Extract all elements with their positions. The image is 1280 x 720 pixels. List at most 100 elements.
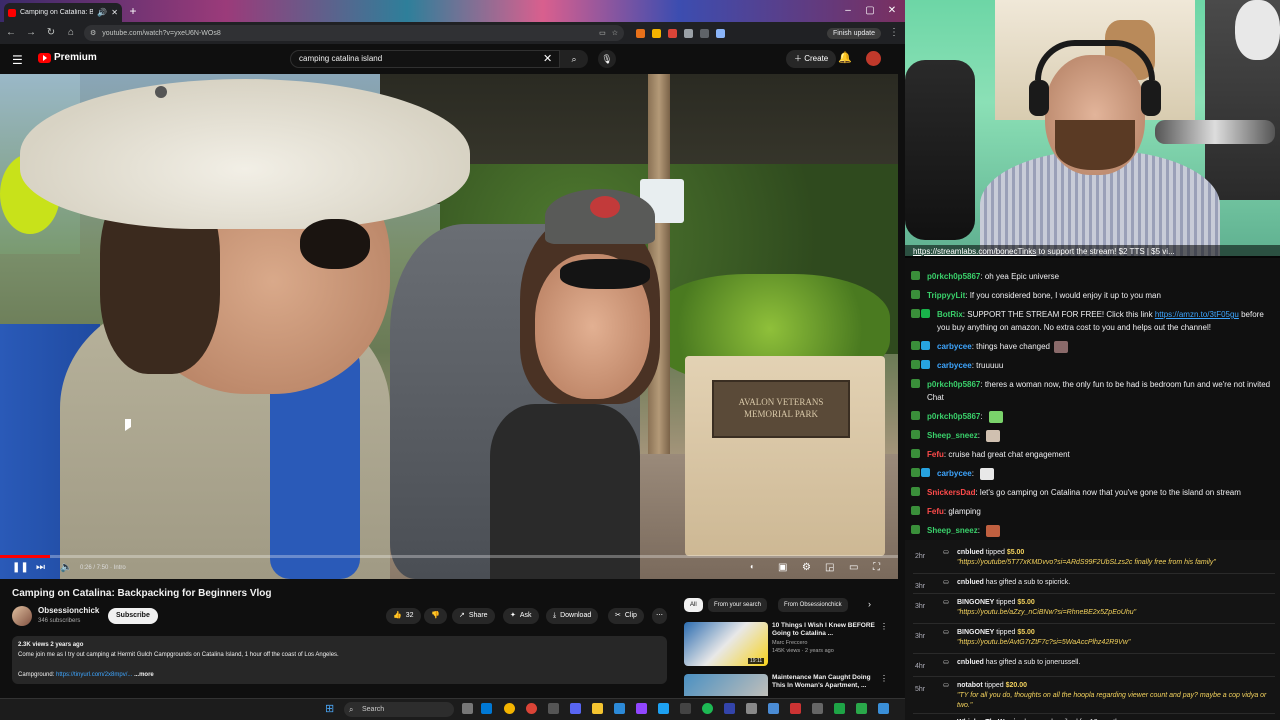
video-player[interactable]: AVALON VETERANS MEMORIAL PARK <box>0 74 898 579</box>
chat-username[interactable]: Fefu <box>927 507 944 516</box>
channel-avatar[interactable] <box>12 606 32 626</box>
app-icon[interactable] <box>790 703 801 714</box>
install-icon[interactable]: ▭ <box>599 29 606 37</box>
chat-username[interactable]: Fefu <box>927 450 944 459</box>
activity-user[interactable]: BINGONEY <box>957 629 994 636</box>
browser-tab-active[interactable]: Camping on Catalina: Back 🔊 ✕ <box>4 3 122 22</box>
chat-username[interactable]: BotRix <box>937 310 963 319</box>
settings-gear-icon[interactable]: ⚙ <box>802 562 811 573</box>
app-icon[interactable] <box>680 703 691 714</box>
captions-icon[interactable]: ▣ <box>778 562 787 573</box>
related-video[interactable]: Maintenance Man Caught Doing This In Wom… <box>684 674 894 696</box>
chat-link[interactable]: https://amzn.to/3tF05gu <box>1155 310 1239 319</box>
finish-update-button[interactable]: Finish update <box>826 27 881 39</box>
chip-from-channel[interactable]: From Obsessionchick <box>778 598 848 612</box>
theater-mode-icon[interactable]: ▭ <box>849 562 858 573</box>
app-icon[interactable] <box>526 703 537 714</box>
related-video[interactable]: 19:11 10 Things I Wish I Knew BEFORE Goi… <box>684 622 894 668</box>
taskbar-search[interactable]: ⌕ Search <box>344 702 454 717</box>
description-box[interactable]: 2.3K views 2 years ago Come join me as I… <box>12 636 667 684</box>
next-icon[interactable]: ⏭ <box>36 562 45 573</box>
app-icon[interactable] <box>856 703 867 714</box>
chips-next-icon[interactable]: › <box>868 599 871 609</box>
file-explorer-icon[interactable] <box>592 703 603 714</box>
create-button[interactable]: ＋ Create <box>786 50 837 68</box>
profile-icon[interactable] <box>716 28 725 38</box>
discord-icon[interactable] <box>570 703 581 714</box>
url-field[interactable]: ⚙ youtube.com/watch?v=yxeU6N-WOs8 ▭ ☆ <box>84 25 624 41</box>
chat-username[interactable]: carbycee <box>937 361 972 370</box>
activity-user[interactable]: cnblued <box>957 549 984 556</box>
kebab-menu-icon[interactable]: ⋮ <box>887 26 901 40</box>
search-input[interactable]: camping catalina island <box>290 50 560 68</box>
activity-user[interactable]: BINGONEY <box>957 599 994 606</box>
chat-username[interactable]: carbycee <box>937 342 972 351</box>
chat-username[interactable]: p0rkch0p5867 <box>927 412 980 421</box>
windows-start-icon[interactable]: ⊞ <box>325 703 337 715</box>
clip-button[interactable]: ✂ Clip <box>608 608 644 624</box>
maximize-icon[interactable]: ▢ <box>860 3 880 19</box>
extension-icon[interactable] <box>668 28 677 38</box>
chat-username[interactable]: Sheep_sneez <box>927 526 978 535</box>
chrome-icon[interactable] <box>504 703 515 714</box>
chat-username[interactable]: p0rkch0p5867 <box>927 380 980 389</box>
app-icon[interactable] <box>834 703 845 714</box>
tab-close-icon[interactable]: ✕ <box>111 8 118 17</box>
hamburger-menu-icon[interactable]: ☰ <box>12 53 23 67</box>
chip-from-search[interactable]: From your search <box>708 598 768 612</box>
edge-icon[interactable] <box>481 703 492 714</box>
related-more-icon[interactable]: ⋮ <box>880 622 888 631</box>
chat-username[interactable]: TrippyyLit <box>927 291 965 300</box>
more-actions-button[interactable]: ⋯ <box>652 608 667 624</box>
app-icon[interactable] <box>746 703 757 714</box>
subscribe-button[interactable]: Subscribe <box>108 608 158 624</box>
clear-search-icon[interactable]: ✕ <box>543 52 552 65</box>
channel-name[interactable]: Obsessionchick <box>38 606 99 615</box>
close-window-icon[interactable]: ✕ <box>882 3 902 19</box>
dislike-button[interactable]: 👎 <box>424 608 447 624</box>
app-icon[interactable] <box>812 703 823 714</box>
extension-icon[interactable] <box>636 28 645 38</box>
extension-icon[interactable] <box>684 28 693 38</box>
like-button[interactable]: 👍 32 <box>386 608 421 624</box>
activity-user[interactable]: cnblued <box>957 659 984 666</box>
home-icon[interactable]: ⌂ <box>64 26 78 40</box>
campground-link[interactable]: https://tinyurl.com/2x8mpv/... <box>56 672 132 678</box>
ask-button[interactable]: ✦ Ask <box>503 608 539 624</box>
new-tab-button[interactable]: + <box>126 4 140 18</box>
activity-user[interactable]: cnblued <box>957 579 984 586</box>
volume-icon[interactable]: 🔈 <box>60 562 72 573</box>
forward-icon[interactable]: → <box>24 26 38 40</box>
app-icon[interactable] <box>636 703 647 714</box>
streamlabs-link[interactable]: https://streamlabs.com/bonecTinks <box>913 247 1036 256</box>
reload-icon[interactable]: ↻ <box>44 26 58 40</box>
chat-username[interactable]: carbycee <box>937 469 972 478</box>
site-info-icon[interactable]: ⚙ <box>90 29 96 37</box>
search-button[interactable]: ⌕ <box>560 50 588 68</box>
chat-username[interactable]: SnickersDad <box>927 488 975 497</box>
youtube-logo[interactable]: Premium <box>38 52 97 63</box>
pause-icon[interactable]: ❚❚ <box>12 562 29 573</box>
puzzle-icon[interactable] <box>700 28 709 38</box>
notifications-bell-icon[interactable]: 🔔 <box>838 51 852 64</box>
app-icon[interactable] <box>548 703 559 714</box>
share-button[interactable]: ↗ Share <box>452 608 495 624</box>
chat-username[interactable]: p0rkch0p5867 <box>927 272 980 281</box>
miniplayer-icon[interactable]: ◲ <box>825 562 834 573</box>
spotify-icon[interactable] <box>702 703 713 714</box>
activity-user[interactable]: notabot <box>957 682 983 689</box>
task-view-icon[interactable] <box>462 703 473 714</box>
app-icon[interactable] <box>614 703 625 714</box>
chip-all[interactable]: All <box>684 598 703 612</box>
voice-search-button[interactable]: 🎙 <box>598 50 616 68</box>
related-more-icon[interactable]: ⋮ <box>880 674 888 683</box>
account-avatar[interactable] <box>866 51 881 66</box>
chat-username[interactable]: Sheep_sneez <box>927 431 978 440</box>
fullscreen-icon[interactable]: ⛶ <box>873 562 880 573</box>
app-icon[interactable] <box>724 703 735 714</box>
bookmark-star-icon[interactable]: ☆ <box>612 29 618 37</box>
download-button[interactable]: ⤓ Download <box>546 608 599 624</box>
app-icon[interactable] <box>878 703 889 714</box>
video-progress-bar[interactable] <box>0 555 898 558</box>
app-icon[interactable] <box>768 703 779 714</box>
